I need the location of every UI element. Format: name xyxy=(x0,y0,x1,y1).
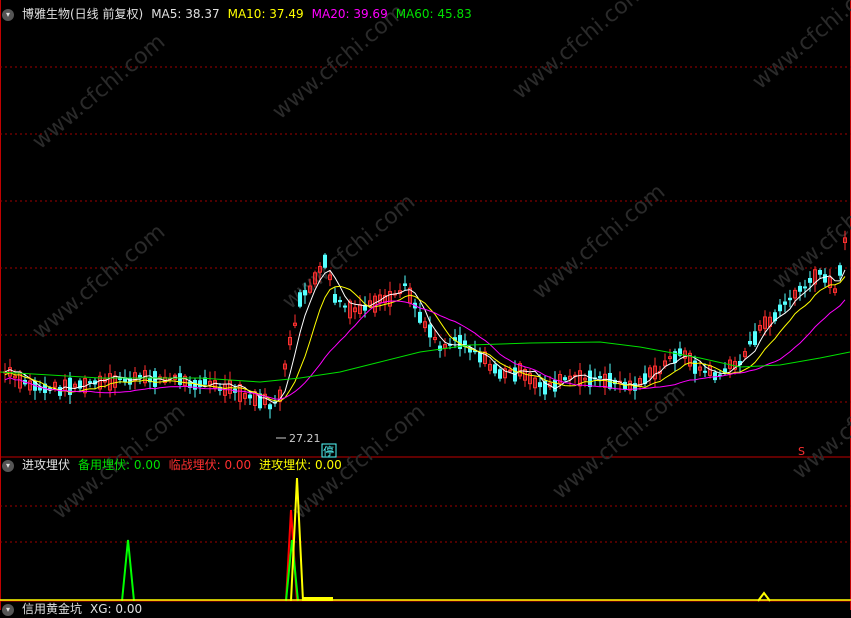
candle-body xyxy=(588,370,592,388)
sub-indicator-title: 信用黄金坑 xyxy=(22,602,83,616)
candle-body xyxy=(418,311,422,323)
watermark-text: www.cfchi.com xyxy=(28,29,170,154)
ma60-label: MA60: 45.83 xyxy=(395,7,472,21)
spike-green-1 xyxy=(121,539,135,602)
candle-body xyxy=(478,352,482,363)
candle-body xyxy=(788,297,792,301)
main-legend: ▾ 博雅生物(日线 前复权) MA5: 38.37 MA10: 37.49 MA20: … xyxy=(2,5,480,23)
candle-body xyxy=(498,369,502,379)
candle-body xyxy=(343,305,347,308)
candle-body xyxy=(338,299,342,303)
candle-body xyxy=(248,394,252,399)
candle-body xyxy=(808,278,812,283)
sub-indicator-legend: ▾ 信用黄金坑 XG: 0.00 xyxy=(2,600,150,618)
indicator-line1-label: 备用埋伏: 0.00 xyxy=(78,458,161,472)
candle-body xyxy=(268,404,272,410)
candle-body xyxy=(563,377,567,381)
s-signal-label: S xyxy=(798,445,805,458)
candle-body xyxy=(643,373,647,384)
watermark-text: www.cfchi.com xyxy=(748,0,851,95)
watermark-text: www.cfchi.com xyxy=(788,359,851,484)
candle-body xyxy=(803,286,807,289)
watermark-text: www.cfchi.com xyxy=(768,169,851,294)
candle-body xyxy=(748,340,752,345)
candle-body xyxy=(428,324,432,338)
candle-body xyxy=(538,382,542,388)
candle-body xyxy=(823,274,827,283)
watermark-text: www.cfchi.com xyxy=(508,0,650,105)
collapse-icon[interactable]: ▾ xyxy=(2,8,14,21)
candle-body xyxy=(703,370,707,373)
watermark-text: www.cfchi.com xyxy=(528,179,670,304)
indicator-line2-label: 临战埋伏: 0.00 xyxy=(168,458,252,472)
stock-title: 博雅生物(日线 前复权) xyxy=(22,7,144,21)
candle-body xyxy=(783,301,787,305)
candle-body xyxy=(493,364,497,374)
candle-body xyxy=(403,283,407,287)
candle-body xyxy=(753,331,757,345)
watermark-text: www.cfchi.com xyxy=(548,379,690,504)
sub-indicator-value: XG: 0.00 xyxy=(90,602,143,616)
candle-body xyxy=(323,254,327,268)
candle-body xyxy=(798,285,802,292)
candle-body xyxy=(778,304,782,312)
low-price-label: 27.21 xyxy=(289,432,321,445)
candle-body xyxy=(553,379,557,392)
candle-body xyxy=(298,292,302,307)
candle-body xyxy=(818,269,822,275)
indicator-title: 进攻埋伏 xyxy=(22,458,71,472)
stock-chart: www.cfchi.com www.cfchi.com www.cfchi.com w… xyxy=(0,0,851,610)
watermark-text: www.cfchi.com xyxy=(28,219,170,344)
ma20-label: MA20: 39.69 xyxy=(311,7,388,21)
indicator-collapse-icon[interactable]: ▾ xyxy=(2,459,14,472)
candle-body xyxy=(303,290,307,296)
ma10-label: MA10: 37.49 xyxy=(227,7,304,21)
candle-body xyxy=(508,369,512,372)
candle-body xyxy=(88,381,92,384)
indicator-line3-label: 进攻埋伏: 0.00 xyxy=(259,458,342,472)
candle-body xyxy=(838,265,842,276)
candle-body xyxy=(598,376,602,379)
candle-body xyxy=(333,294,337,303)
indicator-legend: ▾ 进攻埋伏 备用埋伏: 0.00 临战埋伏: 0.00 进攻埋伏: 0.00 xyxy=(2,456,350,474)
candle-body xyxy=(128,377,132,385)
ma5-label: MA5: 38.37 xyxy=(151,7,220,21)
